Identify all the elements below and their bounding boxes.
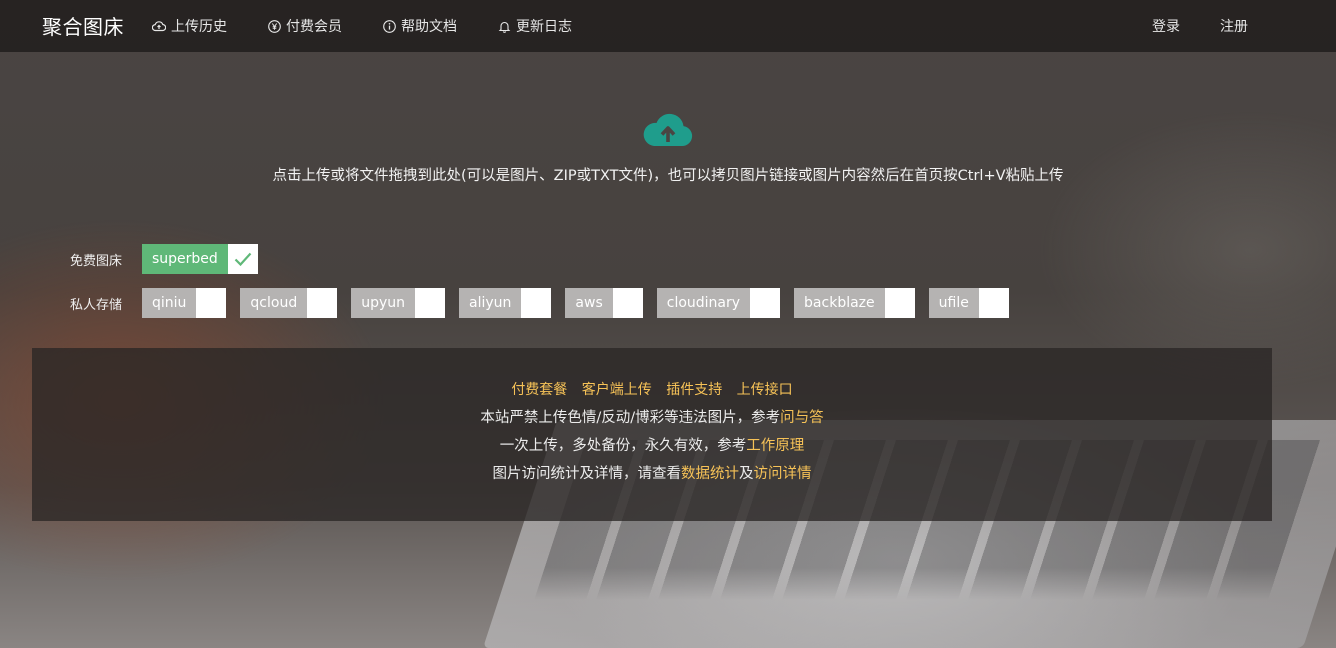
cloud-upload-icon: [152, 19, 166, 33]
nav-right: 登录 注册: [1112, 0, 1248, 52]
link-how-it-works[interactable]: 工作原理: [746, 438, 804, 454]
chip-checkbox[interactable]: [227, 244, 258, 274]
chip-label: superbed: [142, 244, 228, 274]
host-chip-aws[interactable]: aws: [565, 288, 643, 318]
chip-label: aws: [565, 288, 613, 318]
nav-help-docs[interactable]: 帮助文档: [382, 16, 457, 36]
host-chip-qcloud[interactable]: qcloud: [240, 288, 338, 318]
host-chip-aliyun[interactable]: aliyun: [459, 288, 552, 318]
host-chip-backblaze[interactable]: backblaze: [794, 288, 915, 318]
login-link[interactable]: 登录: [1152, 16, 1180, 36]
nav-upload-history[interactable]: 上传历史: [152, 16, 227, 36]
nav-left: 上传历史 付费会员 帮助文档 更新日志: [152, 0, 612, 52]
info-text: 一次上传，多处备份，永久有效，参考: [499, 438, 747, 454]
chip-label: ufile: [928, 288, 979, 318]
chip-label: qiniu: [142, 288, 197, 318]
link-data-stats[interactable]: 数据统计: [681, 466, 739, 482]
nav-label: 上传历史: [171, 19, 227, 35]
nav-paid-member[interactable]: 付费会员: [267, 16, 342, 36]
info-text: 图片访问统计及详情，请查看: [492, 466, 682, 482]
nav-label: 付费会员: [286, 19, 342, 35]
info-panel: 付费套餐 客户端上传 插件支持 上传接口 本站严禁上传色情/反动/博彩等违法图片…: [32, 348, 1272, 521]
free-host-row: 免费图床 superbed: [70, 244, 272, 274]
link-access-details[interactable]: 访问详情: [754, 466, 812, 482]
link-upload-api[interactable]: 上传接口: [737, 382, 793, 398]
chip-checkbox[interactable]: [521, 288, 552, 318]
info-icon: [382, 19, 396, 33]
chip-checkbox[interactable]: [612, 288, 643, 318]
link-client-upload[interactable]: 客户端上传: [582, 382, 652, 398]
chip-label: backblaze: [794, 288, 885, 318]
chip-label: upyun: [351, 288, 416, 318]
cloud-upload-icon[interactable]: [642, 110, 694, 150]
chip-label: cloudinary: [656, 288, 751, 318]
register-link[interactable]: 注册: [1220, 16, 1248, 36]
nav-changelog[interactable]: 更新日志: [497, 16, 572, 36]
chip-checkbox[interactable]: [415, 288, 446, 318]
yen-icon: [267, 19, 281, 33]
private-storage-row: 私人存储 qiniu qcloud upyun aliyun aws cloud…: [70, 288, 1023, 318]
info-line-stats: 图片访问统计及详情，请查看数据统计及访问详情: [32, 466, 1272, 483]
free-host-label: 免费图床: [70, 253, 123, 269]
private-storage-label: 私人存储: [70, 297, 123, 313]
upload-instructions: 点击上传或将文件拖拽到此处(可以是图片、ZIP或TXT文件)，也可以拷贝图片链接…: [272, 168, 1064, 184]
host-chip-qiniu[interactable]: qiniu: [142, 288, 227, 318]
info-line-backup: 一次上传，多处备份，永久有效，参考工作原理: [32, 438, 1272, 455]
host-chip-ufile[interactable]: ufile: [928, 288, 1009, 318]
chip-checkbox[interactable]: [307, 288, 338, 318]
brand-logo[interactable]: 聚合图床: [42, 11, 124, 40]
link-faq[interactable]: 问与答: [780, 410, 824, 426]
host-chip-superbed[interactable]: superbed: [142, 244, 258, 274]
chip-checkbox[interactable]: [978, 288, 1009, 318]
feature-links: 付费套餐 客户端上传 插件支持 上传接口: [32, 379, 1272, 399]
link-plugin-support[interactable]: 插件支持: [666, 382, 722, 398]
chip-checkbox[interactable]: [884, 288, 915, 318]
info-text: 及: [739, 466, 754, 482]
bell-icon: [497, 19, 511, 33]
check-icon: [234, 252, 252, 266]
info-text: 本站严禁上传色情/反动/博彩等违法图片，参考: [480, 410, 781, 426]
nav-label: 更新日志: [516, 19, 572, 35]
link-paid-plans[interactable]: 付费套餐: [511, 382, 567, 398]
host-chip-upyun[interactable]: upyun: [351, 288, 446, 318]
info-line-rules: 本站严禁上传色情/反动/博彩等违法图片，参考问与答: [32, 410, 1272, 427]
nav-label: 帮助文档: [401, 19, 457, 35]
chip-label: aliyun: [459, 288, 522, 318]
host-chip-cloudinary[interactable]: cloudinary: [656, 288, 781, 318]
navbar: 聚合图床 上传历史 付费会员 帮助文档 更新日志 登录 注册: [0, 0, 1336, 52]
chip-label: qcloud: [240, 288, 308, 318]
upload-dropzone[interactable]: 点击上传或将文件拖拽到此处(可以是图片、ZIP或TXT文件)，也可以拷贝图片链接…: [0, 110, 1336, 185]
chip-checkbox[interactable]: [750, 288, 781, 318]
chip-checkbox[interactable]: [196, 288, 227, 318]
